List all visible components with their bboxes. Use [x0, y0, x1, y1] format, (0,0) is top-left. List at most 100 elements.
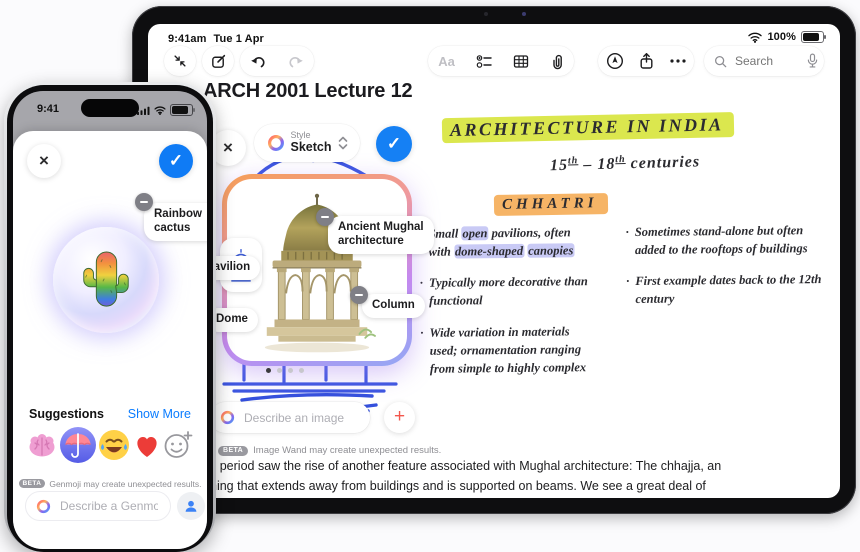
iphone-screen: 9:41 × ✓ Rainbow cactus Suggestions Show…: [13, 91, 207, 549]
genmoji-sheet: × ✓ Rainbow cactus Suggestions Show More…: [13, 131, 207, 549]
genmoji-prompt-label[interactable]: Rainbow cactus: [144, 203, 207, 241]
genmoji-accept-button[interactable]: ✓: [159, 144, 193, 178]
note-bullet: · Wide variation in materials used; ornam…: [420, 323, 587, 376]
markup-share-group: [598, 46, 694, 76]
share-icon[interactable]: [639, 52, 654, 70]
undo-redo-group: [240, 46, 314, 76]
ipad-screen: 9:41am Tue 1 Apr 100% Aa Search ARCH 200…: [148, 24, 840, 498]
cellular-icon: [137, 106, 150, 115]
text-format-button[interactable]: Aa: [438, 54, 455, 69]
iphone-device: 9:41 × ✓ Rainbow cactus Suggestions Show…: [4, 82, 216, 552]
apple-intelligence-icon: [220, 410, 235, 425]
add-prompt-button[interactable]: +: [384, 402, 415, 433]
checklist-button[interactable]: [476, 54, 493, 69]
ipad-status-right: 100%: [748, 31, 826, 43]
battery-percent: 100%: [767, 31, 796, 43]
dictation-mic-icon[interactable]: [807, 53, 818, 69]
note-bullet: · Sometimes stand-alone but often added t…: [625, 223, 808, 258]
label-ancient-mughal[interactable]: Ancient Mughal architecture: [328, 216, 434, 254]
person-icon: [185, 500, 197, 512]
remove-main-label-button[interactable]: [316, 208, 334, 226]
note-subheading: 15th – 18th centuries: [549, 153, 701, 175]
note-bullet: ·Small open pavilions, often with dome-s…: [419, 225, 575, 259]
format-tools-group: Aa: [428, 46, 574, 76]
chevron-up-down-icon: [338, 136, 348, 150]
describe-image-input[interactable]: [242, 409, 360, 426]
compose-icon: [210, 53, 227, 70]
genmoji-preview: [53, 227, 159, 333]
minus-icon: [350, 286, 368, 304]
search-icon: [714, 55, 727, 68]
checkmark-icon: ✓: [386, 134, 402, 153]
compose-note-button[interactable]: [202, 46, 234, 76]
iphone-status-icons: [137, 104, 195, 116]
paragraph-line-2: ning that extends away from buildings an…: [210, 479, 706, 493]
ipad-status-left: 9:41am Tue 1 Apr: [168, 33, 264, 45]
note-bullet: · First example dates back to the 12th ce…: [626, 272, 822, 307]
search-field[interactable]: [704, 46, 824, 76]
minus-icon: [135, 193, 153, 211]
redo-button[interactable]: [287, 54, 304, 69]
marketing-canvas: { "ipad": { "status": { "time": "9:41am"…: [0, 0, 860, 552]
genmoji-close-button[interactable]: ×: [27, 144, 61, 178]
umbrella-icon: [59, 426, 96, 463]
style-picker[interactable]: Style Sketch: [254, 124, 360, 162]
attachment-icon[interactable]: [550, 53, 564, 70]
iphone-time: 9:41: [37, 103, 60, 115]
show-more-link[interactable]: Show More: [128, 407, 191, 421]
image-playground-style-icon: [267, 134, 285, 152]
battery-icon: [801, 31, 826, 43]
beta-badge: BETA: [18, 479, 46, 489]
describe-genmoji-field[interactable]: [25, 491, 171, 521]
note-bullets-left: ·Small open pavilions, often with dome-s…: [419, 223, 593, 378]
note-heading: ARCHITECTURE IN INDIA: [441, 112, 840, 144]
markup-pen-icon[interactable]: [606, 52, 624, 70]
brain-icon: [29, 433, 55, 456]
add-emoji-icon: [164, 430, 193, 458]
laughing-crying-icon: [99, 429, 129, 460]
note-bullet: · Typically more decorative than function…: [419, 274, 588, 309]
suggestion-icons-row: [27, 426, 193, 469]
describe-genmoji-input[interactable]: [58, 498, 160, 514]
checkmark-icon: ✓: [168, 151, 184, 170]
heart-suggestion[interactable]: [132, 431, 162, 464]
laughing-emoji-suggestion[interactable]: [98, 429, 130, 466]
person-genmoji-button[interactable]: [177, 492, 205, 520]
image-wand-accept-button[interactable]: ✓: [376, 126, 412, 162]
note-bullets-right: · Sometimes stand-alone but often added t…: [626, 221, 832, 309]
ipad-time: 9:41am: [168, 33, 207, 45]
wifi-icon: [154, 105, 166, 115]
minus-icon: [316, 208, 334, 226]
result-page-dots[interactable]: [266, 368, 304, 373]
label-column[interactable]: Column: [362, 294, 425, 318]
ipad-date: Tue 1 Apr: [213, 33, 264, 45]
remove-column-label-button[interactable]: [350, 286, 368, 304]
note-paragraph: s period saw the rise of another feature…: [210, 456, 790, 496]
suggestions-title: Suggestions: [29, 407, 105, 421]
ipad-device: 9:41am Tue 1 Apr 100% Aa Search ARCH 200…: [132, 6, 856, 514]
style-value: Sketch: [290, 140, 332, 155]
remove-genmoji-label-button[interactable]: [135, 193, 153, 211]
undo-button[interactable]: [250, 54, 267, 69]
note-section-heading: CHHATRI: [493, 193, 608, 216]
suggestions-header: Suggestions Show More: [29, 407, 191, 421]
heart-icon: [136, 436, 157, 457]
more-options-button[interactable]: [670, 59, 686, 63]
collapse-icon: [172, 53, 188, 69]
search-input[interactable]: [733, 53, 801, 69]
apple-intelligence-icon: [36, 499, 51, 514]
close-icon: ×: [39, 151, 49, 170]
brain-suggestion[interactable]: [27, 432, 57, 463]
dynamic-island: [81, 99, 139, 117]
battery-icon: [170, 104, 195, 116]
note-title: ARCH 2001 Lecture 12: [203, 80, 413, 102]
beta-badge: BETA: [218, 445, 249, 456]
plus-icon: +: [393, 406, 406, 427]
umbrella-suggestion[interactable]: [59, 426, 97, 469]
collapse-toolbar-button[interactable]: [164, 46, 196, 76]
describe-image-field[interactable]: [210, 402, 370, 433]
create-emoji-suggestion[interactable]: [163, 430, 193, 465]
image-wand-disclaimer: BETA Image Wand may create unexpected res…: [218, 442, 441, 460]
table-button[interactable]: [513, 54, 529, 69]
ipad-camera: [484, 12, 526, 16]
